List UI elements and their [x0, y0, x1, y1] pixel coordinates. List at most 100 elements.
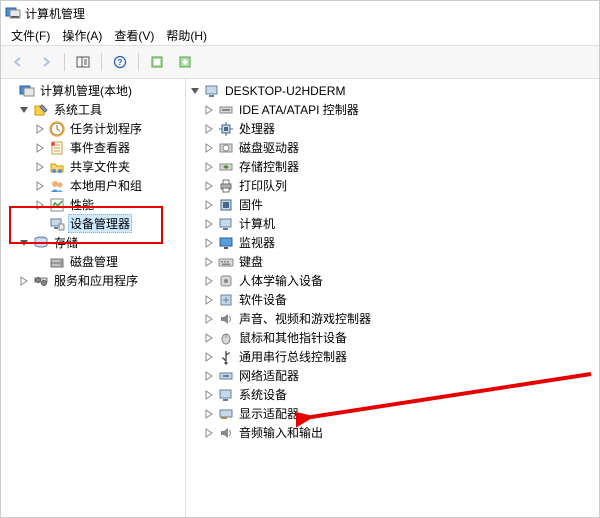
expand-icon[interactable] [202, 122, 216, 136]
expand-icon[interactable] [202, 236, 216, 250]
back-button[interactable] [5, 50, 31, 74]
tree-label: 固件 [237, 196, 265, 213]
tree-label: 鼠标和其他指针设备 [237, 329, 349, 346]
disk-mgmt-icon [49, 254, 65, 270]
menu-help[interactable]: 帮助(H) [160, 27, 213, 44]
cat-processors[interactable]: 处理器 [186, 119, 599, 138]
expand-icon[interactable] [202, 160, 216, 174]
tree-local-users-groups[interactable]: 本地用户和组 [1, 176, 185, 195]
expand-icon[interactable] [33, 198, 47, 212]
expand-icon[interactable] [202, 179, 216, 193]
monitor-icon [218, 235, 234, 251]
expand-icon[interactable] [202, 217, 216, 231]
cpu-icon [218, 121, 234, 137]
tree-root-computer-management[interactable]: 计算机管理(本地) [1, 81, 185, 100]
menu-action[interactable]: 操作(A) [56, 27, 108, 44]
cat-hid[interactable]: 人体学输入设备 [186, 271, 599, 290]
cat-print-queues[interactable]: 打印队列 [186, 176, 599, 195]
cat-usb[interactable]: 通用串行总线控制器 [186, 347, 599, 366]
collapse-icon[interactable] [188, 84, 202, 98]
expand-icon[interactable] [202, 369, 216, 383]
cat-firmware[interactable]: 固件 [186, 195, 599, 214]
collapse-icon[interactable] [17, 103, 31, 117]
content-area: 计算机管理(本地) 系统工具 任务计划程序 [1, 79, 599, 517]
expand-icon[interactable] [17, 274, 31, 288]
tree-storage[interactable]: 存储 [1, 233, 185, 252]
expand-icon[interactable] [202, 388, 216, 402]
cat-sound-video[interactable]: 声音、视频和游戏控制器 [186, 309, 599, 328]
expand-icon[interactable] [202, 103, 216, 117]
device-root[interactable]: DESKTOP-U2HDERM [186, 81, 599, 100]
tree-label: 磁盘驱动器 [237, 139, 301, 156]
right-tree[interactable]: DESKTOP-U2HDERM IDE ATA/ATAPI 控制器 处理器 磁盘… [186, 79, 599, 517]
cat-monitors[interactable]: 监视器 [186, 233, 599, 252]
tree-disk-management[interactable]: 磁盘管理 [1, 252, 185, 271]
tree-device-manager[interactable]: 设备管理器 [1, 214, 185, 233]
tree-label: 任务计划程序 [68, 120, 144, 137]
system-device-icon [218, 387, 234, 403]
collapse-icon[interactable] [17, 236, 31, 250]
cat-storage-controllers[interactable]: 存储控制器 [186, 157, 599, 176]
cat-audio-io[interactable]: 音频输入和输出 [186, 423, 599, 442]
expand-icon[interactable] [202, 255, 216, 269]
tree-system-tools[interactable]: 系统工具 [1, 100, 185, 119]
cat-ide[interactable]: IDE ATA/ATAPI 控制器 [186, 100, 599, 119]
expand-icon[interactable] [33, 160, 47, 174]
disk-drive-icon [218, 140, 234, 156]
network-icon [218, 368, 234, 384]
tree-task-scheduler[interactable]: 任务计划程序 [1, 119, 185, 138]
performance-icon [49, 197, 65, 213]
forward-button[interactable] [33, 50, 59, 74]
cat-computer[interactable]: 计算机 [186, 214, 599, 233]
cat-mice[interactable]: 鼠标和其他指针设备 [186, 328, 599, 347]
menu-file[interactable]: 文件(F) [5, 27, 56, 44]
computer-management-window: 计算机管理 文件(F) 操作(A) 查看(V) 帮助(H) ? 计算 [0, 0, 600, 518]
tree-performance[interactable]: 性能 [1, 195, 185, 214]
tree-label: 计算机 [237, 215, 277, 232]
tree-services-apps[interactable]: 服务和应用程序 [1, 271, 185, 290]
tree-label: 音频输入和输出 [237, 424, 325, 441]
tree-event-viewer[interactable]: 事件查看器 [1, 138, 185, 157]
keyboard-icon [218, 254, 234, 270]
menu-view[interactable]: 查看(V) [108, 27, 160, 44]
storage-icon [33, 235, 49, 251]
tree-label: DESKTOP-U2HDERM [223, 84, 347, 98]
left-tree[interactable]: 计算机管理(本地) 系统工具 任务计划程序 [1, 79, 186, 517]
app-icon [5, 5, 21, 21]
show-hide-tree-button[interactable] [70, 50, 96, 74]
tree-label: 存储 [52, 234, 80, 251]
firmware-icon [218, 197, 234, 213]
help-button[interactable]: ? [107, 50, 133, 74]
view-option2-button[interactable] [172, 50, 198, 74]
titlebar: 计算机管理 [1, 1, 599, 25]
storage-controller-icon [218, 159, 234, 175]
cat-system-devices[interactable]: 系统设备 [186, 385, 599, 404]
expand-icon[interactable] [202, 350, 216, 364]
services-icon [33, 273, 49, 289]
expand-icon[interactable] [202, 426, 216, 440]
expand-icon[interactable] [202, 407, 216, 421]
tree-label: 性能 [68, 196, 96, 213]
expand-icon[interactable] [202, 331, 216, 345]
cat-display-adapters[interactable]: 显示适配器 [186, 404, 599, 423]
expand-icon[interactable] [202, 293, 216, 307]
expand-icon[interactable] [202, 198, 216, 212]
software-device-icon [218, 292, 234, 308]
expand-icon[interactable] [202, 312, 216, 326]
expand-icon[interactable] [33, 122, 47, 136]
expand-icon[interactable] [33, 141, 47, 155]
expand-icon[interactable] [202, 141, 216, 155]
cat-disk-drives[interactable]: 磁盘驱动器 [186, 138, 599, 157]
tree-shared-folders[interactable]: 共享文件夹 [1, 157, 185, 176]
cat-software-devices[interactable]: 软件设备 [186, 290, 599, 309]
desktop-icon [204, 83, 220, 99]
event-viewer-icon [49, 140, 65, 156]
display-adapter-icon [218, 406, 234, 422]
toolbar-separator [101, 53, 102, 71]
tree-label: 人体学输入设备 [237, 272, 325, 289]
expand-icon[interactable] [33, 179, 47, 193]
cat-keyboards[interactable]: 键盘 [186, 252, 599, 271]
expand-icon[interactable] [202, 274, 216, 288]
view-option1-button[interactable] [144, 50, 170, 74]
cat-network-adapters[interactable]: 网络适配器 [186, 366, 599, 385]
